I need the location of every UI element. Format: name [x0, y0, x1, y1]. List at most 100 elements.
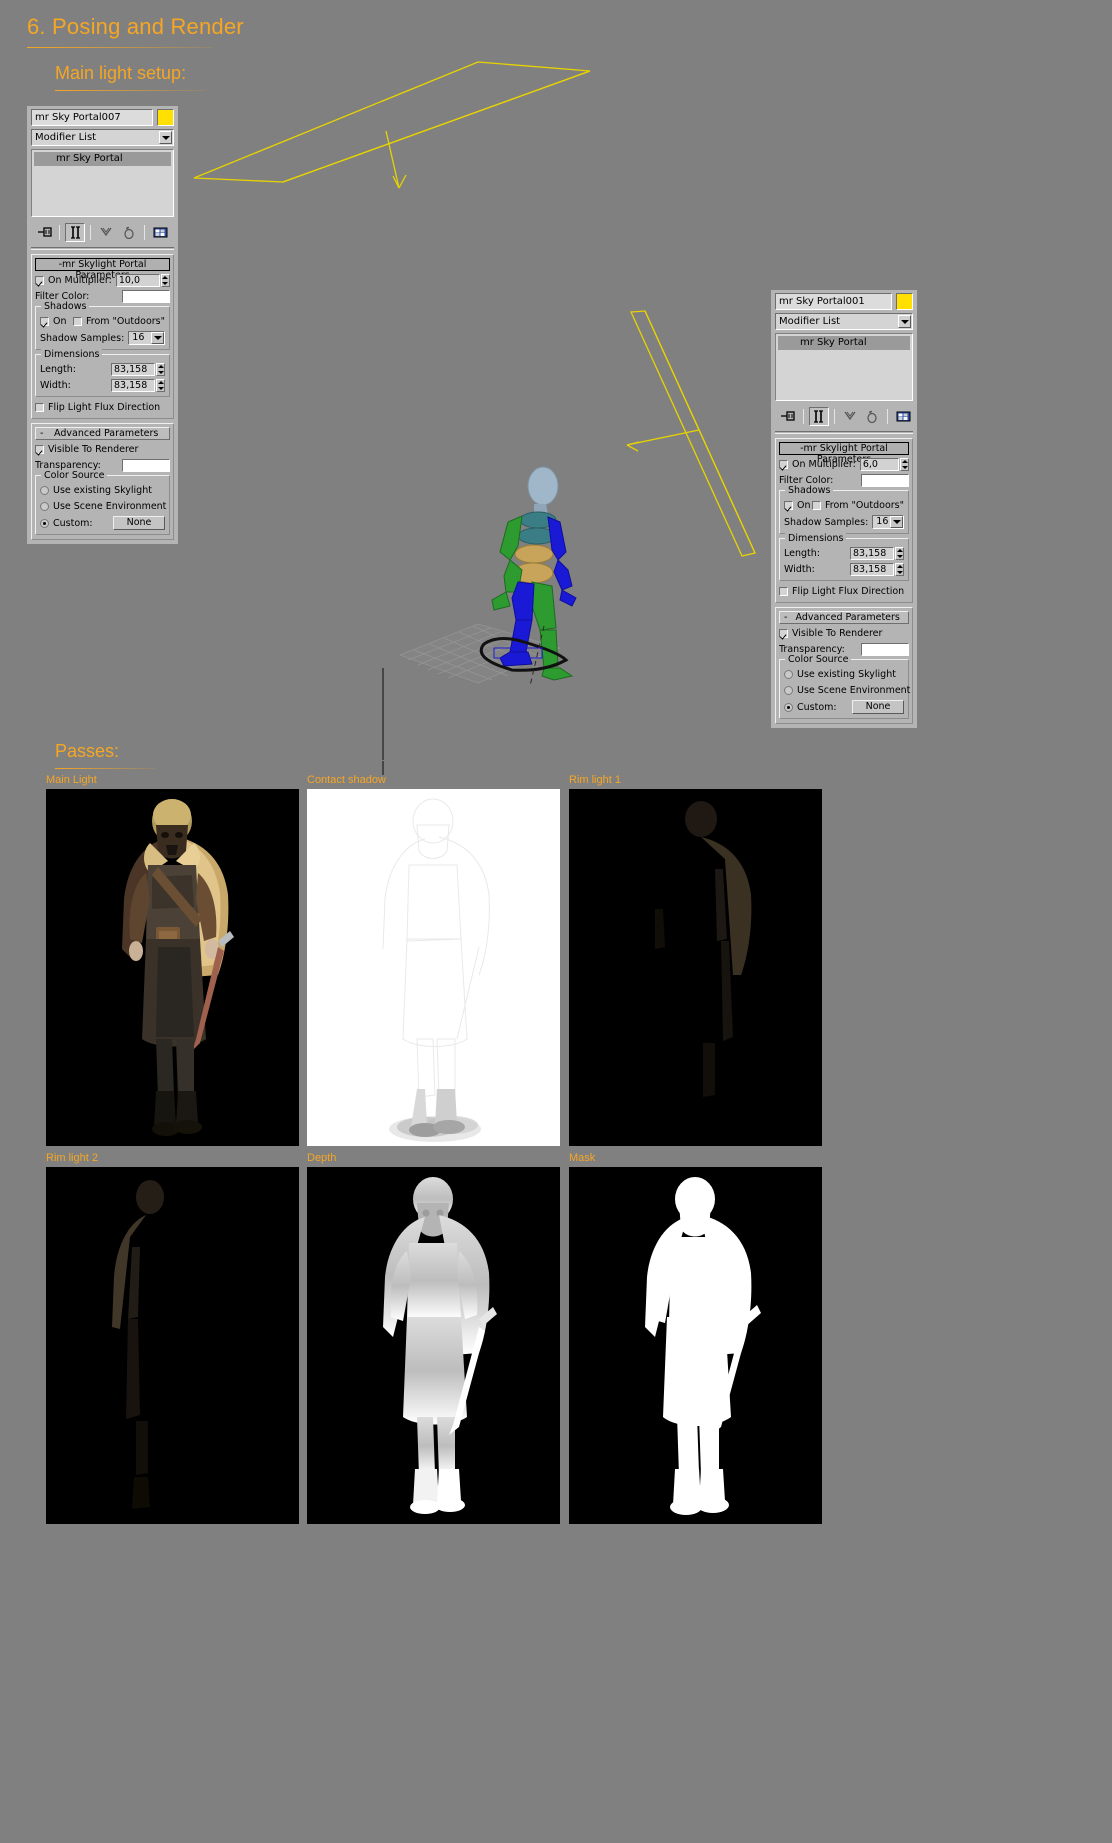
remove-modifier-icon[interactable] [119, 223, 139, 242]
color-source-option-row[interactable]: Use Scene Environment [40, 500, 166, 513]
pass-rim-light-1[interactable]: Rim light 1 [569, 774, 822, 1146]
pass-thumbnail-rim-light-1[interactable] [569, 789, 822, 1146]
show-end-result-icon[interactable] [65, 222, 85, 242]
custom-color-map-button[interactable]: None [852, 700, 904, 714]
width-spinner[interactable] [895, 563, 904, 576]
radio-custom[interactable] [40, 518, 49, 528]
length-input[interactable]: 83,158 [111, 363, 155, 376]
transparency-swatch[interactable] [861, 643, 909, 656]
pass-rim-light-2[interactable]: Rim light 2 [46, 1152, 299, 1524]
pass-mask[interactable]: Mask [569, 1152, 822, 1524]
rollout-skylight-portal-parameters[interactable]: -mr Skylight Portal Parameters On Multip… [775, 438, 913, 603]
filter-color-swatch[interactable] [122, 290, 170, 303]
filter-color-swatch[interactable] [861, 474, 909, 487]
modifier-stack[interactable]: mr Sky Portal [775, 333, 913, 401]
radio-custom[interactable] [784, 702, 793, 712]
rollout-advanced-parameters[interactable]: - Advanced Parameters Visible To Rendere… [31, 423, 174, 540]
rollout-title-advanced[interactable]: - Advanced Parameters [35, 427, 170, 440]
flip-light-flux-checkbox[interactable] [779, 587, 788, 596]
rollout-title[interactable]: -mr Skylight Portal Parameters [779, 442, 909, 465]
pin-stack-icon[interactable] [778, 407, 798, 426]
from-outdoors-checkbox[interactable] [811, 501, 821, 510]
color-source-option-row[interactable]: Custom: None [784, 700, 904, 714]
rollout-title[interactable]: -mr Skylight Portal Parameters [35, 258, 170, 281]
multiplier-spinner[interactable] [900, 458, 909, 471]
pin-stack-icon[interactable] [34, 223, 54, 242]
pass-thumbnail-mask[interactable] [569, 1167, 822, 1524]
length-input[interactable]: 83,158 [850, 547, 894, 560]
rollout-title-advanced[interactable]: - Advanced Parameters [779, 611, 909, 624]
pass-main-light[interactable]: Main Light [46, 774, 299, 1146]
radio-use-existing-skylight[interactable] [40, 486, 49, 495]
transparency-swatch[interactable] [122, 459, 170, 472]
length-label: Length: [784, 548, 820, 559]
modifier-stack-item[interactable]: mr Sky Portal [34, 152, 171, 166]
visible-to-renderer-checkbox[interactable] [35, 445, 44, 454]
visible-to-renderer-checkbox[interactable] [779, 629, 788, 638]
object-name-field[interactable]: mr Sky Portal007 [31, 109, 153, 126]
on-multiplier-checkbox[interactable] [779, 460, 788, 469]
object-color-swatch[interactable] [157, 109, 174, 126]
multiplier-spinner[interactable] [160, 274, 170, 287]
width-input[interactable]: 83,158 [850, 563, 894, 576]
modifier-stack-toolbar[interactable] [775, 405, 913, 427]
chevron-down-icon[interactable] [159, 131, 172, 144]
modifier-stack-item[interactable]: mr Sky Portal [778, 336, 910, 350]
configure-modifier-sets-icon[interactable] [150, 223, 170, 242]
dimensions-group-title: Dimensions [41, 349, 103, 360]
radio-use-scene-environment[interactable] [784, 686, 793, 695]
shadows-on-checkbox[interactable] [784, 501, 793, 510]
shadow-samples-label: Shadow Samples: [40, 332, 125, 344]
modifier-list-dropdown[interactable]: Modifier List [31, 129, 174, 146]
make-unique-icon[interactable] [96, 223, 116, 242]
make-unique-icon[interactable] [840, 407, 860, 426]
pass-thumbnail-depth[interactable] [307, 1167, 560, 1524]
shadow-samples-dropdown[interactable]: 16 [128, 331, 165, 345]
width-input[interactable]: 83,158 [111, 379, 155, 392]
chevron-down-icon[interactable] [151, 332, 164, 344]
shadow-samples-dropdown[interactable]: 16 [872, 515, 904, 529]
custom-color-map-button[interactable]: None [113, 516, 165, 530]
pass-thumbnail-rim-light-2[interactable] [46, 1167, 299, 1524]
color-source-option-row[interactable]: Use existing Skylight [40, 484, 165, 497]
object-name-row: mr Sky Portal007 [31, 109, 174, 126]
length-spinner[interactable] [895, 547, 904, 560]
radio-use-scene-environment[interactable] [40, 502, 49, 511]
rollout-skylight-portal-parameters[interactable]: -mr Skylight Portal Parameters On Multip… [31, 254, 174, 419]
dimensions-group: Dimensions Length: 83,158 Width: 83,158 [35, 349, 170, 397]
length-spinner[interactable] [156, 363, 165, 376]
show-end-result-icon[interactable] [808, 406, 829, 426]
subsection-title-underline [55, 90, 205, 91]
shadows-on-checkbox[interactable] [40, 317, 49, 326]
pass-contact-shadow[interactable]: Contact shadow [307, 774, 560, 1146]
pass-label: Contact shadow [307, 774, 386, 786]
on-multiplier-checkbox[interactable] [35, 276, 44, 285]
pass-label: Mask [569, 1152, 596, 1164]
pass-thumbnail-contact-shadow[interactable] [307, 789, 560, 1146]
shadow-on-row: On From "Outdoors" [40, 315, 165, 328]
multiplier-input[interactable]: 6,0 [859, 458, 899, 471]
from-outdoors-checkbox[interactable] [72, 317, 82, 326]
pass-depth[interactable]: Depth [307, 1152, 560, 1524]
radio-use-existing-skylight[interactable] [784, 670, 793, 679]
rollout-advanced-parameters[interactable]: - Advanced Parameters Visible To Rendere… [775, 607, 913, 724]
configure-modifier-sets-icon[interactable] [893, 407, 913, 426]
pass-thumbnail-main-light[interactable] [46, 789, 299, 1146]
modifier-stack[interactable]: mr Sky Portal [31, 149, 174, 217]
color-source-option-row[interactable]: Use Scene Environment [784, 684, 910, 697]
command-panel-left[interactable]: mr Sky Portal007 Modifier List mr Sky Po… [26, 106, 178, 544]
object-name-field[interactable]: mr Sky Portal001 [775, 293, 892, 310]
remove-modifier-icon[interactable] [862, 407, 882, 426]
chevron-down-icon[interactable] [898, 315, 911, 328]
modifier-stack-toolbar[interactable] [31, 221, 174, 243]
modifier-list-dropdown[interactable]: Modifier List [775, 313, 913, 330]
shadow-on-row: On From "Outdoors" [784, 499, 904, 512]
command-panel-right[interactable]: mr Sky Portal001 Modifier List mr Sky Po… [770, 290, 917, 728]
chevron-down-icon[interactable] [890, 516, 903, 528]
multiplier-input[interactable]: 10,0 [115, 274, 160, 287]
width-spinner[interactable] [156, 379, 165, 392]
color-source-option-row[interactable]: Custom: None [40, 516, 165, 530]
flip-light-flux-checkbox[interactable] [35, 403, 44, 412]
color-source-option-row[interactable]: Use existing Skylight [784, 668, 904, 681]
object-color-swatch[interactable] [896, 293, 913, 310]
